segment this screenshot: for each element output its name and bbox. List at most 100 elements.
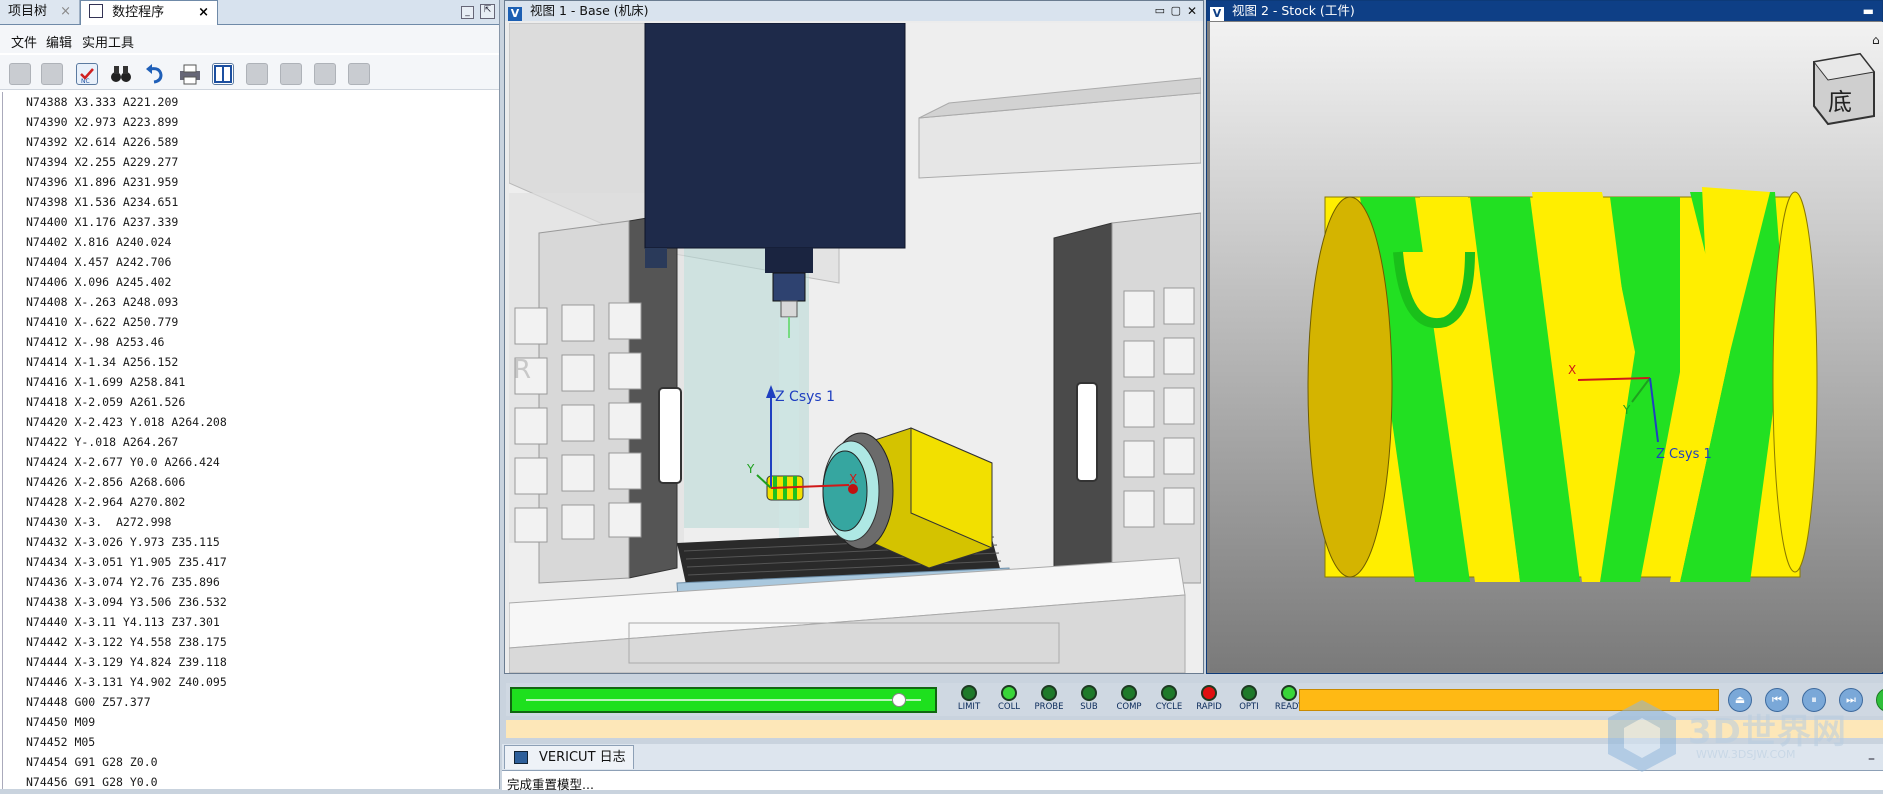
nc-code-line[interactable]: N74428 X-2.964 A270.802 <box>26 495 185 509</box>
simulation-progress-bar[interactable] <box>510 687 937 713</box>
vericut-logo-icon: V <box>508 7 522 21</box>
status-led-icon <box>1121 685 1137 701</box>
minimize-icon[interactable]: _ <box>461 6 474 19</box>
tab-project-tree[interactable]: 项目树 × <box>0 0 80 24</box>
maximize-icon[interactable]: ▢ <box>1171 1 1181 21</box>
machine-3d-canvas[interactable]: R Z Csys 1 X Y <box>509 23 1201 673</box>
binoculars-icon[interactable] <box>110 63 132 85</box>
indicator-cycle[interactable]: CYCLE <box>1149 685 1189 712</box>
status-led-icon <box>1281 685 1297 701</box>
play-icon[interactable]: ▶ <box>1876 688 1883 712</box>
indicator-label: COMP <box>1116 702 1142 712</box>
nc-code-line[interactable]: N74388 X3.333 A221.209 <box>26 95 178 109</box>
progress-track <box>526 699 921 701</box>
nc-code-line[interactable]: N74410 X-.622 A250.779 <box>26 315 178 329</box>
nc-code-line[interactable]: N74426 X-2.856 A268.606 <box>26 475 185 489</box>
nc-code-line[interactable]: N74422 Y-.018 A264.267 <box>26 435 178 449</box>
indicator-limit[interactable]: LIMIT <box>949 685 989 712</box>
nc-code-line[interactable]: N74402 X.816 A240.024 <box>26 235 171 249</box>
nc-code-line[interactable]: N74416 X-1.699 A258.841 <box>26 375 185 389</box>
status-led-icon <box>1041 685 1057 701</box>
minimize-icon[interactable]: ▬ <box>1863 1 1874 21</box>
menu-file[interactable]: 文件 <box>11 32 37 51</box>
tab-vericut-logger[interactable]: VERICUT 日志器 <box>504 745 634 789</box>
indicator-label: OPTI <box>1239 702 1259 712</box>
tab-label: 项目树 <box>8 4 48 19</box>
tab-label: 数控程序 <box>112 5 165 20</box>
bookmark-next-icon[interactable] <box>280 63 302 85</box>
close-icon[interactable]: × <box>198 1 209 25</box>
view-2-stock[interactable]: V 视图 2 - Stock (工件) ▬ 底 ⌂ X Y Z Csys 1 <box>1206 0 1883 674</box>
indicator-rapid[interactable]: RAPID <box>1189 685 1229 712</box>
nc-code-line[interactable]: N74440 X-3.11 Y4.113 Z37.301 <box>26 615 220 629</box>
nc-code-line[interactable]: N74390 X2.973 A223.899 <box>26 115 178 129</box>
indicator-opti[interactable]: OPTI <box>1229 685 1269 712</box>
indicator-comp[interactable]: COMP <box>1109 685 1149 712</box>
nc-code-line[interactable]: N74450 M09 <box>26 715 95 729</box>
nc-code-line[interactable]: N74438 X-3.094 Y3.506 Z36.532 <box>26 595 227 609</box>
stock-3d-canvas[interactable]: 底 ⌂ X Y Z Csys 1 <box>1210 22 1883 672</box>
watermark-url: WWW.3DSJW.COM <box>1696 748 1796 761</box>
nc-code-line[interactable]: N74434 X-3.051 Y1.905 Z35.417 <box>26 555 227 569</box>
view-title-bar: V 视图 1 - Base (机床) ▭ ▢ ✕ <box>505 1 1203 21</box>
home-icon[interactable]: ⌂ <box>1872 33 1880 47</box>
progress-slider-handle[interactable] <box>891 693 906 707</box>
close-icon[interactable]: ✕ <box>1187 1 1197 21</box>
nc-code-line[interactable]: N74424 X-2.677 Y0.0 A266.424 <box>26 455 220 469</box>
copy-block-icon[interactable] <box>314 63 336 85</box>
nc-code-line[interactable]: N74436 X-3.074 Y2.76 Z35.896 <box>26 575 220 589</box>
nc-code-line[interactable]: N74448 G00 Z57.377 <box>26 695 151 709</box>
nc-code-listing[interactable]: N74388 X3.333 A221.209 N74390 X2.973 A223… <box>2 92 497 789</box>
x-axis-label: X <box>849 472 857 486</box>
minimize-icon[interactable]: ▭ <box>1155 1 1165 21</box>
status-led-icon <box>1161 685 1177 701</box>
close-icon[interactable]: × <box>60 0 71 24</box>
nc-code-line[interactable]: N74400 X1.176 A237.339 <box>26 215 178 229</box>
undo-icon[interactable] <box>144 63 166 85</box>
split-view-icon[interactable] <box>212 63 234 85</box>
tab-nc-program[interactable]: 数控程序 × <box>80 0 218 25</box>
vericut-logo-icon: V <box>1210 7 1224 21</box>
nc-code-line[interactable]: N74396 X1.896 A231.959 <box>26 175 178 189</box>
bookmark-prev-icon[interactable] <box>246 63 268 85</box>
nc-code-line[interactable]: N74408 X-.263 A248.093 <box>26 295 178 309</box>
x-axis-label: X <box>1568 363 1576 377</box>
nc-code-line[interactable]: N74454 G91 G28 Z0.0 <box>26 755 158 769</box>
nc-code-line[interactable]: N74418 X-2.059 A261.526 <box>26 395 185 409</box>
nc-code-line[interactable]: N74404 X.457 A242.706 <box>26 255 171 269</box>
menu-utilities[interactable]: 实用工具 <box>82 32 134 51</box>
float-window-icon[interactable]: ⇱ <box>480 4 495 19</box>
save-icon[interactable] <box>9 63 31 85</box>
nc-code-line[interactable]: N74456 G91 G28 Y0.0 <box>26 775 158 789</box>
toolbar: NC <box>0 55 499 90</box>
menu-bar: 文件 编辑 实用工具 <box>0 25 499 53</box>
indicator-probe[interactable]: PROBE <box>1029 685 1069 712</box>
indicator-sub[interactable]: SUB <box>1069 685 1109 712</box>
view-title-bar: V 视图 2 - Stock (工件) ▬ <box>1207 1 1882 21</box>
nc-check-icon[interactable]: NC <box>76 63 98 85</box>
menu-edit[interactable]: 编辑 <box>46 32 72 51</box>
indicator-coll[interactable]: COLL <box>989 685 1029 712</box>
nc-code-line[interactable]: N74430 X-3. A272.998 <box>26 515 171 529</box>
print-icon[interactable] <box>178 63 200 85</box>
indicator-label: SUB <box>1080 702 1098 712</box>
save-as-icon[interactable] <box>41 63 63 85</box>
nc-code-line[interactable]: N74398 X1.536 A234.651 <box>26 195 178 209</box>
panel-tab-strip: 项目树 × 数控程序 × _ ⇱ <box>0 0 499 25</box>
paste-block-icon[interactable] <box>348 63 370 85</box>
nc-code-line[interactable]: N74446 X-3.131 Y4.902 Z40.095 <box>26 675 227 689</box>
nc-code-line[interactable]: N74452 M05 <box>26 735 95 749</box>
nc-code-line[interactable]: N74406 X.096 A245.402 <box>26 275 171 289</box>
nc-code-line[interactable]: N74412 X-.98 A253.46 <box>26 335 164 349</box>
nc-code-line[interactable]: N74394 X2.255 A229.277 <box>26 155 178 169</box>
nc-code-line[interactable]: N74392 X2.614 A226.589 <box>26 135 178 149</box>
nc-code-line[interactable]: N74414 X-1.34 A256.152 <box>26 355 178 369</box>
panel-glyph: R <box>513 355 531 385</box>
nc-code-line[interactable]: N74442 X-3.122 Y4.558 Z38.175 <box>26 635 227 649</box>
watermark-cube-icon <box>1608 700 1676 772</box>
indicator-label: CYCLE <box>1155 702 1183 712</box>
nc-code-line[interactable]: N74420 X-2.423 Y.018 A264.208 <box>26 415 227 429</box>
view-1-machine[interactable]: V 视图 1 - Base (机床) ▭ ▢ ✕ R Z Csys 1 X Y <box>504 0 1204 674</box>
nc-code-line[interactable]: N74444 X-3.129 Y4.824 Z39.118 <box>26 655 227 669</box>
nc-code-line[interactable]: N74432 X-3.026 Y.973 Z35.115 <box>26 535 220 549</box>
